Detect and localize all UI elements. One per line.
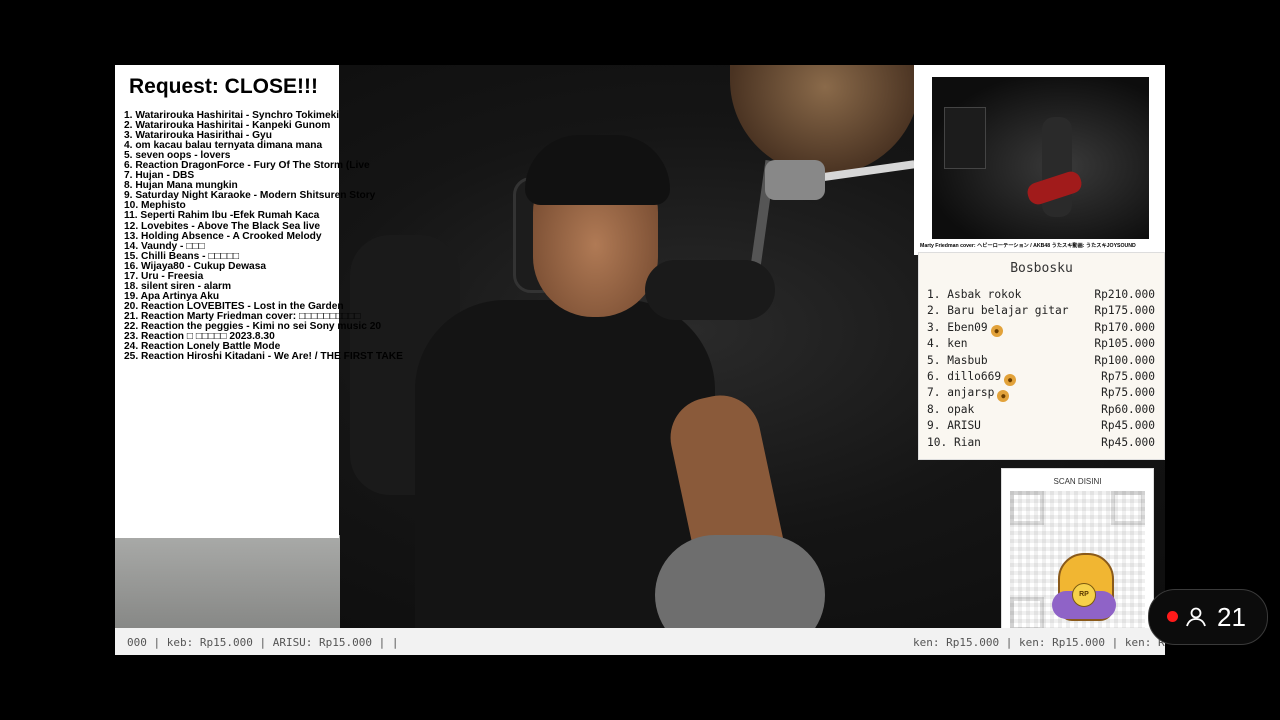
donor-rank: 3.: [927, 320, 941, 334]
leaderboard-row: 3. Eben09 ● Rp170.000: [927, 321, 1155, 337]
donor-rank: 6.: [927, 369, 941, 383]
donor-rank: 9.: [927, 419, 941, 433]
donation-amount: Rp100.000: [1094, 353, 1155, 367]
donation-amount: Rp105.000: [1094, 337, 1155, 351]
guitar-background: [730, 65, 920, 175]
donor-name: 6. dillo669 ●: [927, 369, 1017, 386]
donor-name-text: anjarsp: [947, 386, 995, 400]
qr-corner: [1010, 491, 1044, 525]
donation-amount: Rp45.000: [1101, 419, 1155, 433]
donation-amount: Rp60.000: [1101, 402, 1155, 416]
request-list: 1. Watarirouka Hashiritai - Synchro Toki…: [124, 110, 403, 363]
donor-name: 3. Eben09 ●: [927, 321, 1003, 337]
donor-name: 1. Asbak rokok: [927, 288, 1021, 301]
donor-name-text: dillo669: [947, 369, 1002, 383]
donation-amount: Rp175.000: [1094, 304, 1155, 318]
leaderboard-row: 8. opak Rp60.000: [927, 403, 1155, 419]
donor-rank: 7.: [927, 386, 941, 400]
donor-name-text: Rian: [953, 435, 981, 449]
person-icon: [1186, 607, 1206, 627]
donor-name: 10. Rian: [927, 436, 981, 449]
donation-amount: Rp45.000: [1101, 435, 1155, 449]
supporter-badge-icon: ●: [990, 324, 1003, 337]
video-thumbnail-panel: Marty Friedman cover: ヘビーローテーション / AKB48…: [914, 65, 1165, 255]
leaderboard-row: 9. ARISU Rp45.000: [927, 419, 1155, 435]
leaderboard-row: 2. Baru belajar gitar Rp175.000: [927, 304, 1155, 320]
viewer-count: 21: [1217, 602, 1246, 632]
supporter-badge-icon: ●: [997, 390, 1010, 403]
request-title: Request: CLOSE!!!: [129, 75, 318, 98]
donor-rank: 5.: [927, 353, 941, 367]
list-item: 11. Seperti Rahim Ibu -Efek Rumah Kaca: [124, 210, 320, 222]
donor-name: 7. anjarsp ●: [927, 386, 1010, 403]
donor-name: 8. opak: [927, 403, 974, 416]
leaderboard-row: 10. Rian Rp45.000: [927, 436, 1155, 452]
leaderboard-row: 4. ken Rp105.000: [927, 337, 1155, 353]
donor-rank: 8.: [927, 402, 941, 416]
microphone: [645, 260, 775, 320]
donor-rank: 1.: [927, 288, 941, 301]
leaderboard-title: Bosbosku: [1010, 261, 1073, 276]
coin-icon: RP: [1072, 583, 1096, 607]
mic-mount: [765, 160, 825, 200]
streamer-hair: [525, 135, 670, 205]
donation-amount: Rp75.000: [1101, 369, 1155, 383]
donor-rank: 4.: [927, 337, 941, 351]
donor-rank: 10.: [927, 435, 948, 449]
list-item: 25. Reaction Hiroshi Kitadani - We Are! …: [124, 351, 403, 363]
donor-name-text: Asbak rokok: [947, 288, 1022, 301]
leaderboard-row: 1. Asbak rokok Rp210.000: [927, 288, 1155, 304]
supporter-badge-icon: ●: [1004, 373, 1017, 386]
donor-name-text: ken: [947, 337, 968, 351]
ticker-text-right: ken: Rp15.000 | ken: Rp15.000 | ken: R: [913, 636, 1165, 649]
donor-name-text: Masbub: [947, 353, 988, 367]
donation-amount: Rp170.000: [1094, 320, 1155, 334]
donor-name: 9. ARISU: [927, 419, 981, 432]
request-panel: Request: CLOSE!!! 1. Watarirouka Hashiri…: [115, 65, 403, 538]
donor-leaderboard: Bosbosku 1. Asbak rokok Rp210.000 2. Baru …: [918, 252, 1165, 460]
qr-corner: [1010, 597, 1044, 631]
amplifier: [944, 107, 986, 169]
donor-name: 2. Baru belajar gitar: [927, 304, 1068, 317]
video-caption: Marty Friedman cover: ヘビーローテーション / AKB48…: [920, 243, 1136, 249]
qr-panel: SCAN DISINI RP: [1001, 468, 1154, 640]
donor-name: 4. ken: [927, 337, 967, 350]
qr-corner: [1111, 491, 1145, 525]
viewer-count-badge[interactable]: 21: [1148, 589, 1268, 645]
leaderboard-row: 7. anjarsp ● Rp75.000: [927, 386, 1155, 403]
donation-amount: Rp210.000: [1094, 288, 1155, 301]
donor-name-text: opak: [947, 402, 975, 416]
ticker-text-left: 000 | keb: Rp15.000 | ARISU: Rp15.000 | …: [127, 636, 399, 649]
qr-label: SCAN DISINI: [1053, 477, 1102, 486]
leaderboard-row: 6. dillo669 ● Rp75.000: [927, 370, 1155, 386]
qr-code[interactable]: RP: [1010, 491, 1145, 631]
donation-amount: Rp75.000: [1101, 386, 1155, 400]
video-thumbnail: [932, 77, 1149, 239]
donor-name-text: Eben09: [947, 320, 988, 334]
donor-name-text: Baru belajar gitar: [947, 304, 1069, 318]
donor-rank: 2.: [927, 304, 941, 318]
donation-ticker: 000 | keb: Rp15.000 | ARISU: Rp15.000 | …: [115, 628, 1165, 655]
live-indicator-icon: [1167, 611, 1178, 622]
leaderboard-list: 1. Asbak rokok Rp210.000 2. Baru belajar g…: [927, 288, 1155, 452]
donor-name-text: ARISU: [947, 419, 981, 433]
donor-name: 5. Masbub: [927, 354, 988, 367]
leaderboard-row: 5. Masbub Rp100.000: [927, 354, 1155, 370]
